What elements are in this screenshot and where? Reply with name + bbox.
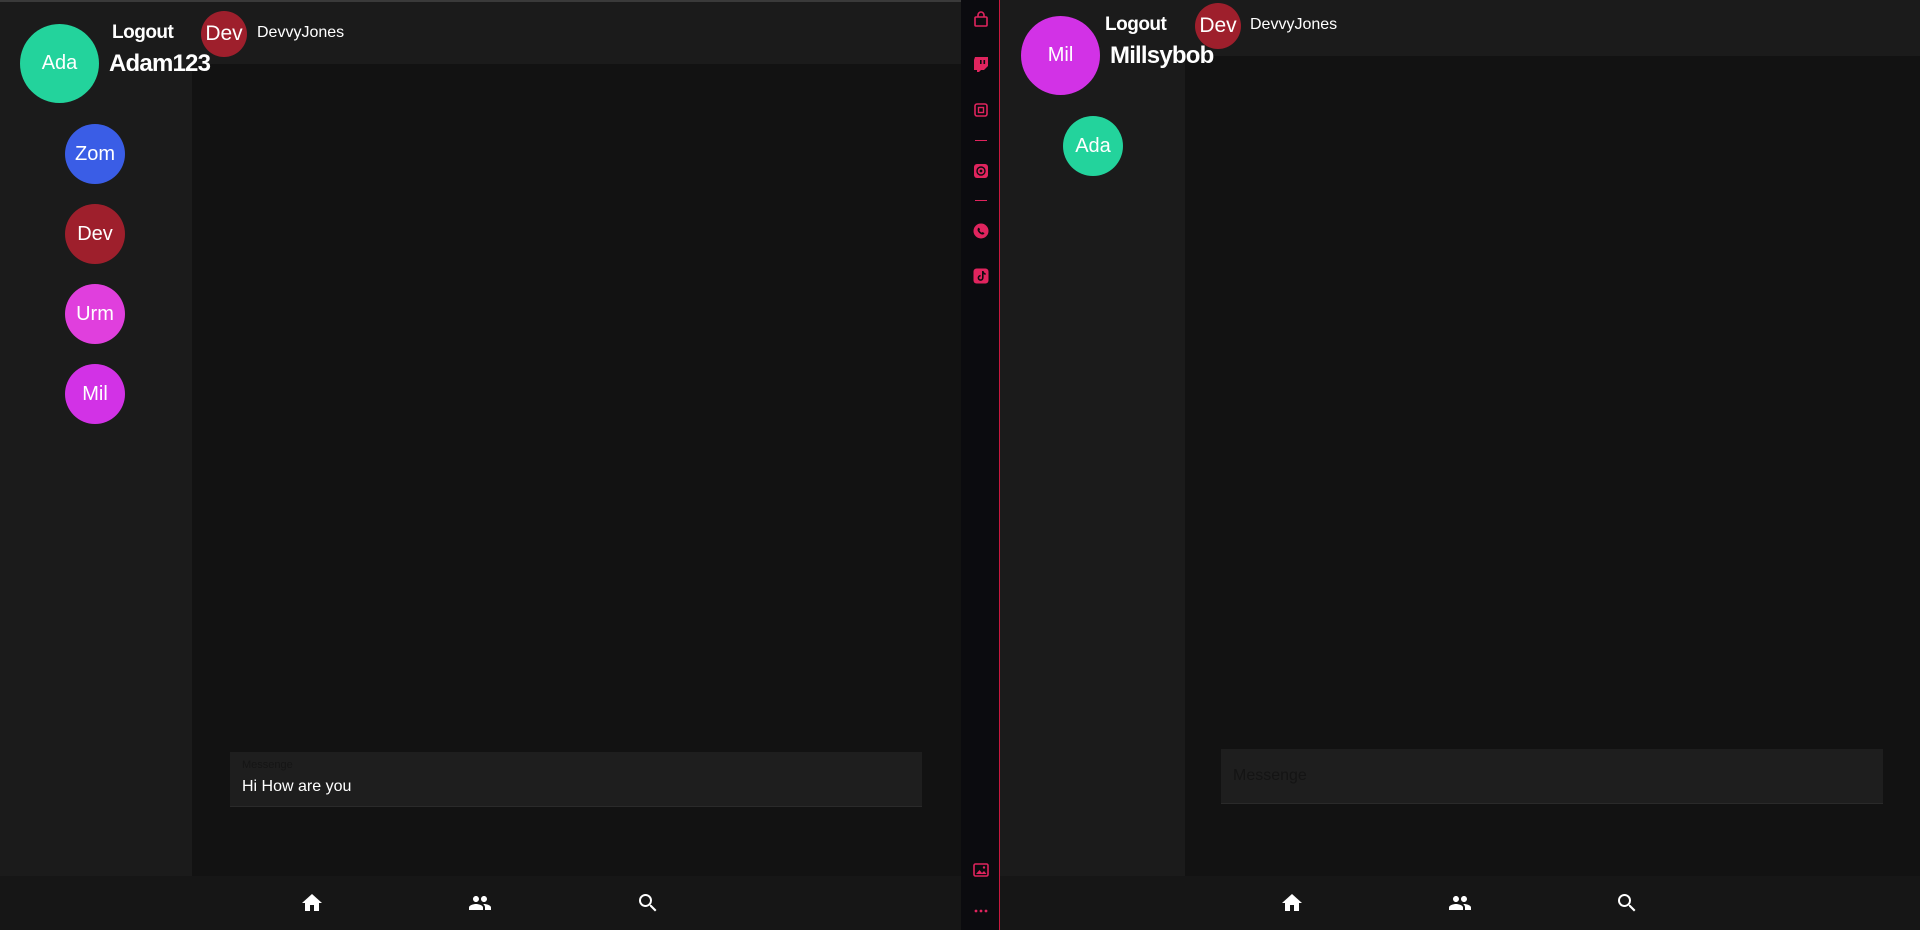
message-field-value[interactable]: Hi How are you bbox=[242, 778, 351, 796]
active-chat-name: DevvyJones bbox=[257, 24, 345, 41]
bottom-nav bbox=[1000, 876, 1920, 930]
message-input[interactable] bbox=[1221, 749, 1883, 803]
chip-icon[interactable] bbox=[972, 101, 990, 119]
bottom-nav bbox=[0, 876, 961, 930]
home-icon[interactable] bbox=[1278, 889, 1306, 917]
chat-app-left: Ada Logout Adam123 Dev DevvyJones Zom De… bbox=[0, 0, 961, 930]
logout-button[interactable]: Logout bbox=[112, 22, 174, 44]
contact-avatar-ada[interactable]: Ada bbox=[1063, 116, 1123, 176]
logout-button[interactable]: Logout bbox=[1105, 14, 1167, 36]
people-icon[interactable] bbox=[1446, 889, 1474, 917]
search-icon[interactable] bbox=[634, 889, 662, 917]
message-field[interactable] bbox=[1221, 749, 1883, 804]
tiktok-icon[interactable] bbox=[972, 267, 990, 285]
current-user-avatar[interactable]: Mil bbox=[1021, 16, 1100, 95]
active-chat-name: DevvyJones bbox=[1250, 16, 1338, 33]
image-icon[interactable] bbox=[972, 861, 990, 879]
screen: Ada Logout Adam123 Dev DevvyJones Zom De… bbox=[0, 0, 1920, 930]
contact-avatar-zom[interactable]: Zom bbox=[65, 124, 125, 184]
message-field[interactable]: Messenge Hi How are you bbox=[230, 752, 922, 807]
more-icon[interactable] bbox=[972, 902, 990, 920]
chat-app-right: Mil Logout Millsybob Dev DevvyJones Ada bbox=[1000, 0, 1920, 930]
home-icon[interactable] bbox=[298, 889, 326, 917]
current-username: Adam123 bbox=[109, 50, 211, 77]
strip-separator bbox=[975, 140, 987, 141]
whatsapp-icon[interactable] bbox=[972, 222, 990, 240]
contact-avatar-mil[interactable]: Mil bbox=[65, 364, 125, 424]
contact-avatar-dev[interactable]: Dev bbox=[65, 204, 125, 264]
browser-side-strip bbox=[961, 0, 1000, 930]
search-icon[interactable] bbox=[1613, 889, 1641, 917]
message-field-label: Messenge bbox=[242, 759, 293, 771]
contact-avatar-urm[interactable]: Urm bbox=[65, 284, 125, 344]
disc-icon[interactable] bbox=[972, 162, 990, 180]
people-icon[interactable] bbox=[466, 889, 494, 917]
active-chat-avatar[interactable]: Dev bbox=[1195, 3, 1241, 49]
shopping-bag-icon[interactable] bbox=[972, 11, 990, 29]
current-user-avatar[interactable]: Ada bbox=[20, 24, 99, 103]
strip-separator bbox=[975, 200, 987, 201]
twitch-icon[interactable] bbox=[972, 55, 990, 73]
active-chat-avatar[interactable]: Dev bbox=[201, 11, 247, 57]
current-username: Millsybob bbox=[1110, 42, 1214, 69]
